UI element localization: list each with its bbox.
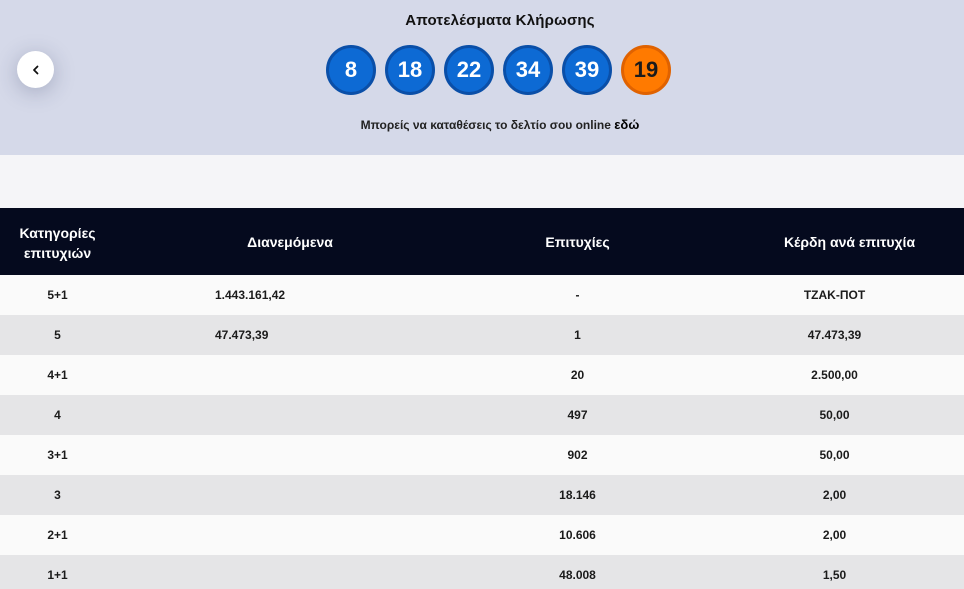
column-header-distributed: Διανεμόμενα [247,233,333,250]
cell-category: 1+1 [47,568,68,582]
column-header-categories-line2: επιτυχιών [23,244,92,261]
cell-category: 5 [54,328,61,342]
chevron-left-icon [32,65,38,74]
cell-prize: 1,50 [822,568,847,582]
back-button[interactable] [17,51,54,88]
cell-winners: 48.008 [559,568,596,582]
cell-prize: 2,00 [822,528,847,542]
table-row: 3+1 902 50,00 [0,435,964,475]
ball-number: 8 [326,45,376,95]
online-link[interactable]: εδώ [614,117,639,132]
online-notice: Μπορείς να καταθέσεις το δελτίο σου onli… [0,117,964,132]
ball-number: 18 [385,45,435,95]
column-header-prize: Κέρδη ανά επιτυχία [783,233,916,250]
bonus-ball-number: 19 [621,45,671,95]
table-body: 5+1 1.443.161,42 - ΤΖΑΚ-ΠΟΤ 5 47.473,39 … [0,275,964,589]
ball-number: 22 [444,45,494,95]
cell-distributed: 1.443.161,42 [215,288,286,302]
cell-prize: 50,00 [819,408,850,422]
table-row: 1+1 48.008 1,50 [0,555,964,589]
cell-winners: 1 [574,328,581,342]
cell-winners: 902 [567,448,588,462]
cell-prize: 50,00 [819,448,850,462]
cell-category: 4+1 [47,368,68,382]
cell-category: 3+1 [47,448,68,462]
table-header: Κατηγορίες επιτυχιών Διανεμόμενα Επιτυχί… [0,208,964,275]
prize-table: Κατηγορίες επιτυχιών Διανεμόμενα Επιτυχί… [0,208,964,589]
table-row: 3 18.146 2,00 [0,475,964,515]
cell-category: 4 [54,408,61,422]
results-header: Αποτελέσματα Κλήρωσης 8 18 22 34 39 19 Μ… [0,0,964,155]
cell-category: 3 [54,488,61,502]
cell-distributed: 47.473,39 [215,328,269,342]
table-row: 4+1 20 2.500,00 [0,355,964,395]
cell-winners: 497 [567,408,588,422]
cell-winners: 18.146 [559,488,596,502]
drawn-numbers: 8 18 22 34 39 19 [326,45,671,95]
page-title: Αποτελέσματα Κλήρωσης [405,12,595,29]
table-row: 4 497 50,00 [0,395,964,435]
online-notice-text: Μπορείς να καταθέσεις το δελτίο σου onli… [360,118,611,132]
ball-number: 39 [562,45,612,95]
cell-category: 2+1 [47,528,68,542]
cell-category: 5+1 [47,288,68,302]
cell-prize: ΤΖΑΚ-ΠΟΤ [803,288,866,302]
table-row: 5+1 1.443.161,42 - ΤΖΑΚ-ΠΟΤ [0,275,964,315]
cell-prize: 47.473,39 [807,328,862,342]
cell-prize: 2,00 [822,488,847,502]
cell-winners: 10.606 [559,528,596,542]
cell-winners: - [575,288,580,302]
ball-number: 34 [503,45,553,95]
cell-winners: 20 [570,368,585,382]
column-header-categories-line1: Κατηγορίες [19,224,96,241]
table-row: 2+1 10.606 2,00 [0,515,964,555]
table-row: 5 47.473,39 1 47.473,39 [0,315,964,355]
column-header-categories: Κατηγορίες επιτυχιών [0,221,115,263]
column-header-winners: Επιτυχίες [545,233,610,250]
cell-prize: 2.500,00 [811,368,858,382]
